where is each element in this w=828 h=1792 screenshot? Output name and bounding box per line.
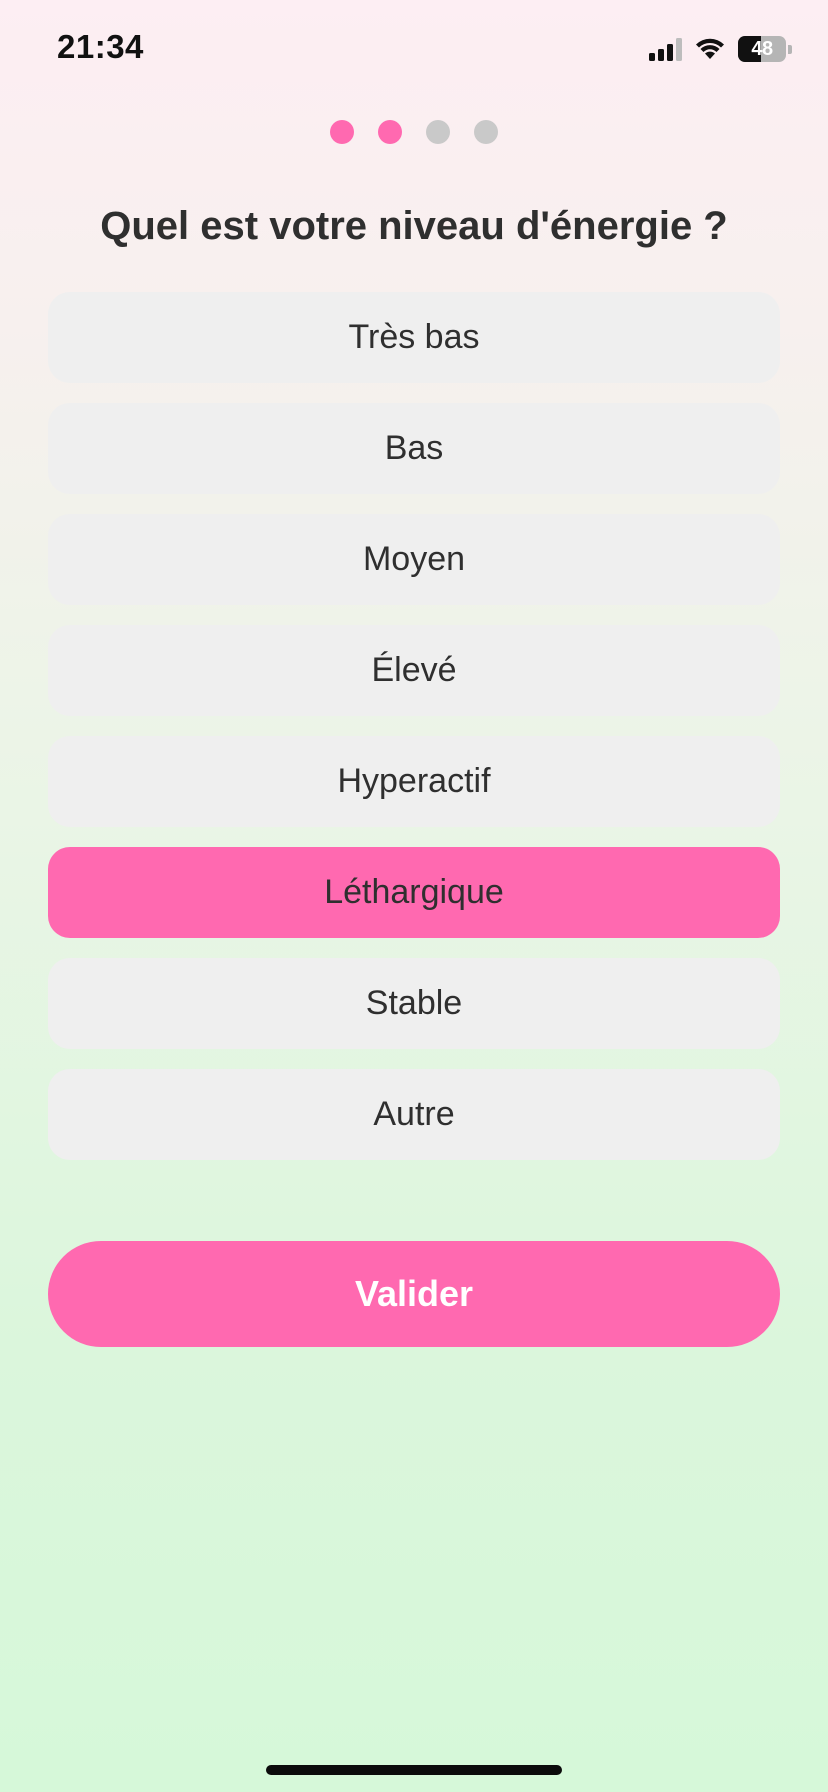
question-title: Quel est votre niveau d'énergie ? bbox=[100, 204, 728, 248]
status-icons: 48 bbox=[649, 36, 792, 62]
status-time: 21:34 bbox=[57, 28, 144, 65]
progress-dot-active bbox=[330, 120, 354, 144]
option-stable[interactable]: Stable bbox=[48, 958, 780, 1049]
validate-button[interactable]: Valider bbox=[48, 1241, 780, 1347]
options-list: Très bas Bas Moyen Élevé Hyperactif Léth… bbox=[48, 292, 780, 1180]
progress-dot-active bbox=[378, 120, 402, 144]
home-indicator[interactable] bbox=[266, 1765, 562, 1775]
progress-dots bbox=[0, 120, 828, 144]
progress-dot-inactive bbox=[426, 120, 450, 144]
option-eleve[interactable]: Élevé bbox=[48, 625, 780, 716]
battery-body: 48 bbox=[738, 36, 786, 62]
signal-icon bbox=[649, 37, 682, 61]
option-bas[interactable]: Bas bbox=[48, 403, 780, 494]
option-moyen[interactable]: Moyen bbox=[48, 514, 780, 605]
option-hyperactif[interactable]: Hyperactif bbox=[48, 736, 780, 827]
option-autre[interactable]: Autre bbox=[48, 1069, 780, 1160]
battery-nub bbox=[788, 44, 792, 54]
status-bar: 21:34 48 bbox=[0, 0, 828, 100]
battery-icon: 48 bbox=[738, 36, 792, 62]
app-screen: 21:34 48 Quel est votre niveau d'énergie… bbox=[0, 0, 828, 1792]
option-lethargique[interactable]: Léthargique bbox=[48, 847, 780, 938]
wifi-icon bbox=[694, 37, 726, 61]
progress-dot-inactive bbox=[474, 120, 498, 144]
battery-level: 48 bbox=[751, 37, 773, 60]
option-tres-bas[interactable]: Très bas bbox=[48, 292, 780, 383]
